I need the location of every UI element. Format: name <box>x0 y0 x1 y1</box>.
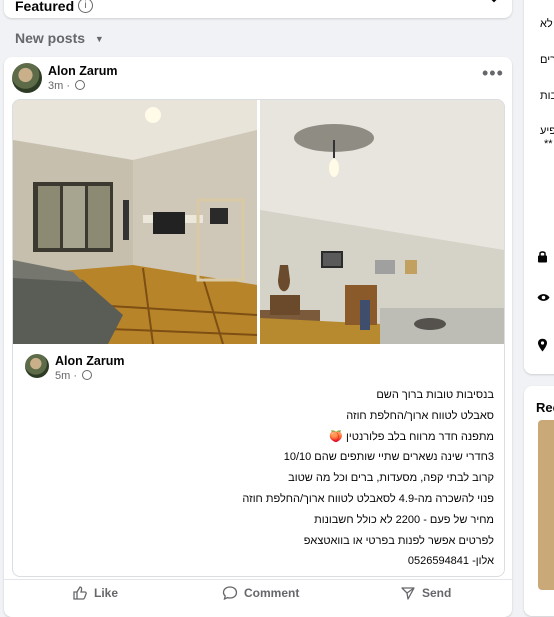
shared-timestamp[interactable]: 5m · <box>55 370 93 382</box>
shared-post[interactable]: Alon Zarum 5m · בנסיבות טובות ברוך השם ס… <box>12 99 505 577</box>
recent-media-thumbnail[interactable] <box>538 420 554 590</box>
globe-icon <box>82 370 93 380</box>
shared-author-name[interactable]: Alon Zarum <box>55 354 124 368</box>
info-text-fragment: ** <box>544 138 553 150</box>
send-label: Send <box>422 586 452 600</box>
info-icon[interactable]: i <box>78 0 93 13</box>
featured-section: Featured i <box>4 0 512 18</box>
text-line: פנוי להשכרה מה-4.9 לסאבלט לטווח ארוך/החל… <box>242 492 494 505</box>
shared-time: 5m <box>55 370 71 382</box>
chevron-down-icon[interactable] <box>488 0 500 4</box>
text-line: 3חדרי שינה נשארים שתיי שותפים שהם 10/10 <box>283 451 494 464</box>
room-photo-2[interactable] <box>260 100 504 344</box>
text-line: סאבלט לטווח ארוך/החלפת חוזה <box>346 409 494 422</box>
text-line: אלון- 0526594841 <box>407 555 494 568</box>
shared-author-avatar[interactable] <box>25 354 49 378</box>
recent-media-panel: Rec <box>524 386 554 616</box>
recent-media-heading: Rec <box>536 400 554 415</box>
lock-icon <box>538 251 547 263</box>
more-options-icon[interactable]: ••• <box>482 63 504 84</box>
feed-sort-label: New posts <box>15 30 86 46</box>
feed-sort-dropdown[interactable]: New posts ▼ <box>15 30 104 46</box>
eye-icon <box>537 294 550 301</box>
info-text-fragment: רים <box>540 54 554 66</box>
comment-label: Comment <box>244 586 300 600</box>
info-text-fragment: בות <box>540 90 554 102</box>
caret-down-icon: ▼ <box>94 34 104 44</box>
shared-post-text: בנסיבות טובות ברוך השם סאבלט לטווח ארוך/… <box>242 385 494 572</box>
post-time: 3m <box>48 80 64 92</box>
text-line: קרוב לבתי קפה, מסעדות, ברים וכל מה שטוב <box>288 472 494 485</box>
post-author-name[interactable]: Alon Zarum <box>48 64 117 78</box>
info-text-fragment: פיע <box>540 125 554 137</box>
post-card: Alon Zarum 3m · ••• Alon Zarum 5m · בנסי… <box>4 57 512 617</box>
featured-title: Featured <box>15 0 75 14</box>
location-pin-icon <box>538 338 547 352</box>
text-line: מתפנה חדר מרווח בלב פלורנטין 🍑 <box>329 430 494 443</box>
text-line: מחיר של פעם - 2200 לא כולל חשבונות <box>314 513 494 526</box>
audience-icon <box>75 80 86 90</box>
like-label: Like <box>94 586 119 600</box>
post-timestamp[interactable]: 3m · <box>48 80 86 92</box>
right-info-panel: לא רים בות פיע ** <box>524 0 554 374</box>
text-line: בנסיבות טובות ברוך השם <box>376 389 494 401</box>
text-line: לפרטים אפשר לפנות בפרטי או בוואטצאפ <box>303 534 494 547</box>
author-avatar[interactable] <box>12 63 42 93</box>
post-action-bar: Like Comment Send <box>4 579 512 608</box>
room-photo-2-image <box>260 100 504 344</box>
room-photo-1-image <box>13 100 257 344</box>
room-photo-1[interactable] <box>13 100 257 344</box>
info-text-fragment: לא <box>540 18 553 30</box>
